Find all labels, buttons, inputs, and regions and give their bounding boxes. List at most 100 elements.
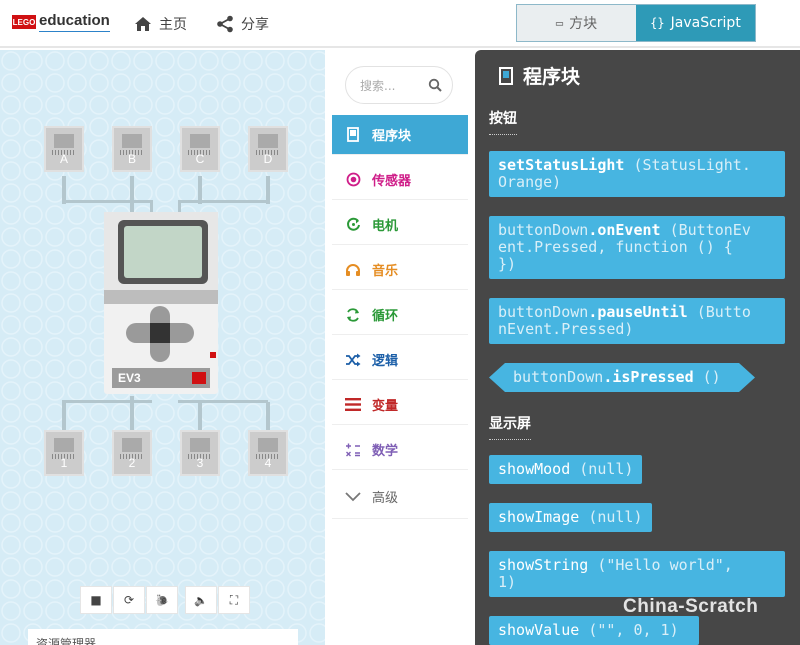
block-show-string[interactable]: showString ("Hello world", 1) [489, 551, 785, 597]
search-box[interactable]: 搜索... [345, 66, 453, 104]
section-buttons-label: 按钮 [489, 108, 517, 135]
category-blocks[interactable]: 程序块 [332, 115, 468, 155]
input-port-a[interactable]: A [44, 126, 84, 172]
braces-icon: {} [650, 16, 665, 30]
input-port-b[interactable]: B [112, 126, 152, 172]
javascript-mode-button[interactable]: {} JavaScript [636, 5, 755, 41]
block-args: ("Hello world", [597, 556, 733, 574]
output-port-1[interactable]: 1 [44, 430, 84, 476]
output-port-3[interactable]: 3 [180, 430, 220, 476]
block-object: buttonDown [513, 368, 604, 386]
wire [178, 400, 268, 403]
logo-text: education [39, 12, 110, 32]
category-label: 程序块 [372, 129, 412, 144]
loop-icon [344, 307, 362, 323]
block-args: ent.Pressed, function () { [498, 238, 733, 256]
category-motors[interactable]: 电机 [332, 205, 468, 245]
output-port-4[interactable]: 4 [248, 430, 288, 476]
mute-button[interactable]: 🔈 [185, 586, 217, 614]
block-args: (Butto [696, 303, 751, 321]
lego-education-logo[interactable]: LEGO education [12, 12, 110, 32]
category-label: 高级 [372, 491, 399, 506]
snail-icon: 🐌 [155, 593, 169, 607]
top-bar: LEGO education 主页 分享 ▭ 方块 {} JavaScript [0, 0, 800, 48]
shuffle-icon [344, 353, 362, 367]
ev3-simulator: A B C D EV3 1 2 3 4 ■ ⟳ 🐌 🔈 ⛶ 资源管理器 [0, 50, 325, 645]
motor-icon [344, 217, 362, 232]
block-fn: showImage [498, 508, 580, 526]
input-port-c[interactable]: C [180, 126, 220, 172]
block-args: () [702, 368, 721, 386]
category-label: 音乐 [372, 264, 399, 279]
stop-icon: ■ [90, 593, 102, 607]
wire [62, 200, 152, 203]
program-block-icon [344, 127, 362, 142]
category-sensors[interactable]: 传感器 [332, 160, 468, 200]
category-logic[interactable]: 逻辑 [332, 340, 468, 380]
block-args: (StatusLight. [633, 156, 751, 174]
block-object: buttonDown [498, 303, 589, 321]
sensor-icon [344, 172, 362, 187]
program-block-icon [499, 66, 513, 85]
block-show-value[interactable]: showValue ("", 0, 1) [489, 616, 699, 645]
restart-icon: ⟳ [123, 593, 135, 607]
watermark-text: China-Scratch [623, 596, 759, 617]
fullscreen-button[interactable]: ⛶ [218, 586, 250, 614]
category-loops[interactable]: 循环 [332, 295, 468, 335]
output-port-2[interactable]: 2 [112, 430, 152, 476]
restart-button[interactable]: ⟳ [113, 586, 145, 614]
category-label: 变量 [372, 399, 399, 414]
search-input[interactable]: 搜索... [360, 77, 395, 94]
ev3-brick: EV3 [104, 212, 218, 394]
explorer-label: 资源管理器 [36, 637, 97, 645]
block-show-mood[interactable]: showMood (null) [489, 455, 643, 484]
slow-mo-button[interactable]: 🐌 [146, 586, 178, 614]
port-label: 4 [264, 456, 272, 470]
block-show-image[interactable]: showImage (null) [489, 503, 652, 532]
category-label: 数学 [372, 444, 399, 459]
block-args: nEvent.Pressed) [498, 320, 634, 338]
block-fn: showMood [498, 460, 571, 478]
block-fn: .pauseUntil [588, 303, 688, 321]
variables-list-icon [344, 398, 362, 411]
block-args: }) [498, 255, 517, 273]
category-label: 循环 [372, 309, 399, 324]
block-button-on-event[interactable]: buttonDown.onEvent (ButtonEv ent.Pressed… [489, 216, 785, 279]
blocks-mode-button[interactable]: ▭ 方块 [517, 5, 636, 41]
category-music[interactable]: 音乐 [332, 250, 468, 290]
javascript-mode-label: JavaScript [670, 15, 741, 31]
category-variables[interactable]: 变量 [332, 385, 468, 425]
block-fn: showValue [498, 621, 580, 639]
port-label: C [195, 152, 205, 166]
blocks-mode-label: 方块 [569, 16, 598, 32]
search-icon[interactable] [428, 78, 442, 92]
flyout-title-text: 程序块 [523, 66, 581, 88]
toolbox: 搜索... 程序块 传感器 电机 音乐 循环 逻辑 变量 数学 高级 [325, 50, 475, 645]
category-label: 逻辑 [372, 354, 399, 369]
wire [198, 402, 202, 432]
port-label: 2 [128, 456, 136, 470]
category-label: 电机 [372, 219, 399, 234]
category-math[interactable]: 数学 [332, 430, 468, 470]
home-button[interactable]: 主页 [134, 14, 187, 34]
share-button[interactable]: 分享 [216, 14, 269, 34]
wire [266, 176, 270, 204]
input-port-d[interactable]: D [248, 126, 288, 172]
explorer-panel[interactable]: 资源管理器 [28, 629, 298, 645]
simulator-toolbar: ■ ⟳ 🐌 🔈 ⛶ [80, 586, 251, 614]
home-label: 主页 [159, 17, 187, 33]
calculator-icon [344, 442, 362, 458]
category-advanced[interactable]: 高级 [332, 475, 468, 519]
block-button-pause-until[interactable]: buttonDown.pauseUntil (Butto nEvent.Pres… [489, 298, 785, 344]
block-set-status-light[interactable]: setStatusLight (StatusLight. Orange) [489, 151, 785, 197]
brick-button-pad[interactable] [126, 306, 194, 362]
wire [178, 200, 268, 203]
block-args: (null) [579, 460, 634, 478]
stop-button[interactable]: ■ [80, 586, 112, 614]
share-icon [217, 15, 233, 33]
block-args: Orange) [498, 173, 562, 191]
wire [130, 396, 134, 432]
share-label: 分享 [241, 17, 269, 33]
block-args: 1) [498, 573, 517, 591]
block-button-is-pressed[interactable]: buttonDown.isPressed () [489, 363, 755, 392]
